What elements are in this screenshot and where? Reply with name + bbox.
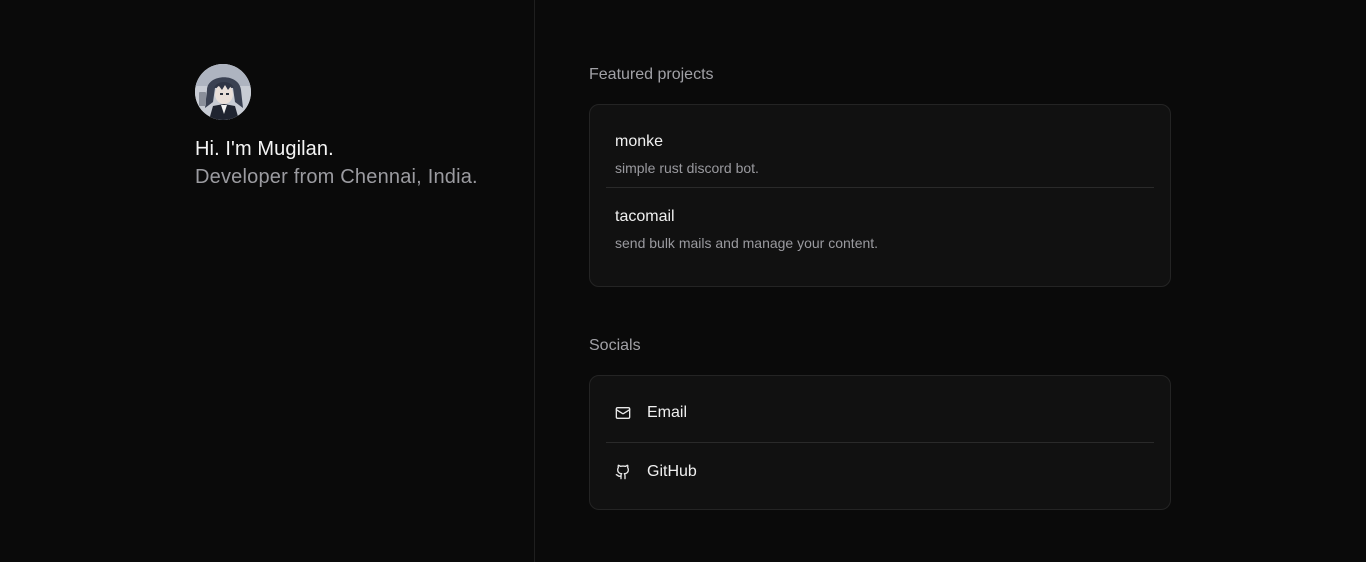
github-icon xyxy=(615,464,631,480)
project-description: send bulk mails and manage your content. xyxy=(615,235,879,251)
intro-tagline: Developer from Chennai, India. xyxy=(195,166,478,188)
project-item-tacomail[interactable]: tacomail send bulk mails and manage your… xyxy=(606,187,1154,270)
projects-card: monke simple rust discord bot. tacomail … xyxy=(589,104,1171,287)
social-label: Email xyxy=(647,404,688,421)
social-label: GitHub xyxy=(647,463,697,480)
socials-section-title: Socials xyxy=(589,337,641,354)
project-name: monke xyxy=(615,133,664,150)
avatar xyxy=(195,64,251,120)
socials-card: Email GitHub xyxy=(589,375,1171,510)
intro-greeting: Hi. I'm Mugilan. xyxy=(195,138,334,160)
project-item-monke[interactable]: monke simple rust discord bot. xyxy=(606,105,1154,187)
projects-section-title: Featured projects xyxy=(589,66,714,83)
project-name: tacomail xyxy=(615,208,675,225)
avatar-illustration xyxy=(195,64,251,120)
project-description: simple rust discord bot. xyxy=(615,160,759,176)
portfolio-page: Hi. I'm Mugilan. Developer from Chennai,… xyxy=(0,0,1366,562)
mail-icon xyxy=(615,405,631,421)
social-link-github[interactable]: GitHub xyxy=(606,442,1154,509)
profile-panel: Hi. I'm Mugilan. Developer from Chennai,… xyxy=(0,0,535,562)
social-link-email[interactable]: Email xyxy=(606,376,1154,442)
